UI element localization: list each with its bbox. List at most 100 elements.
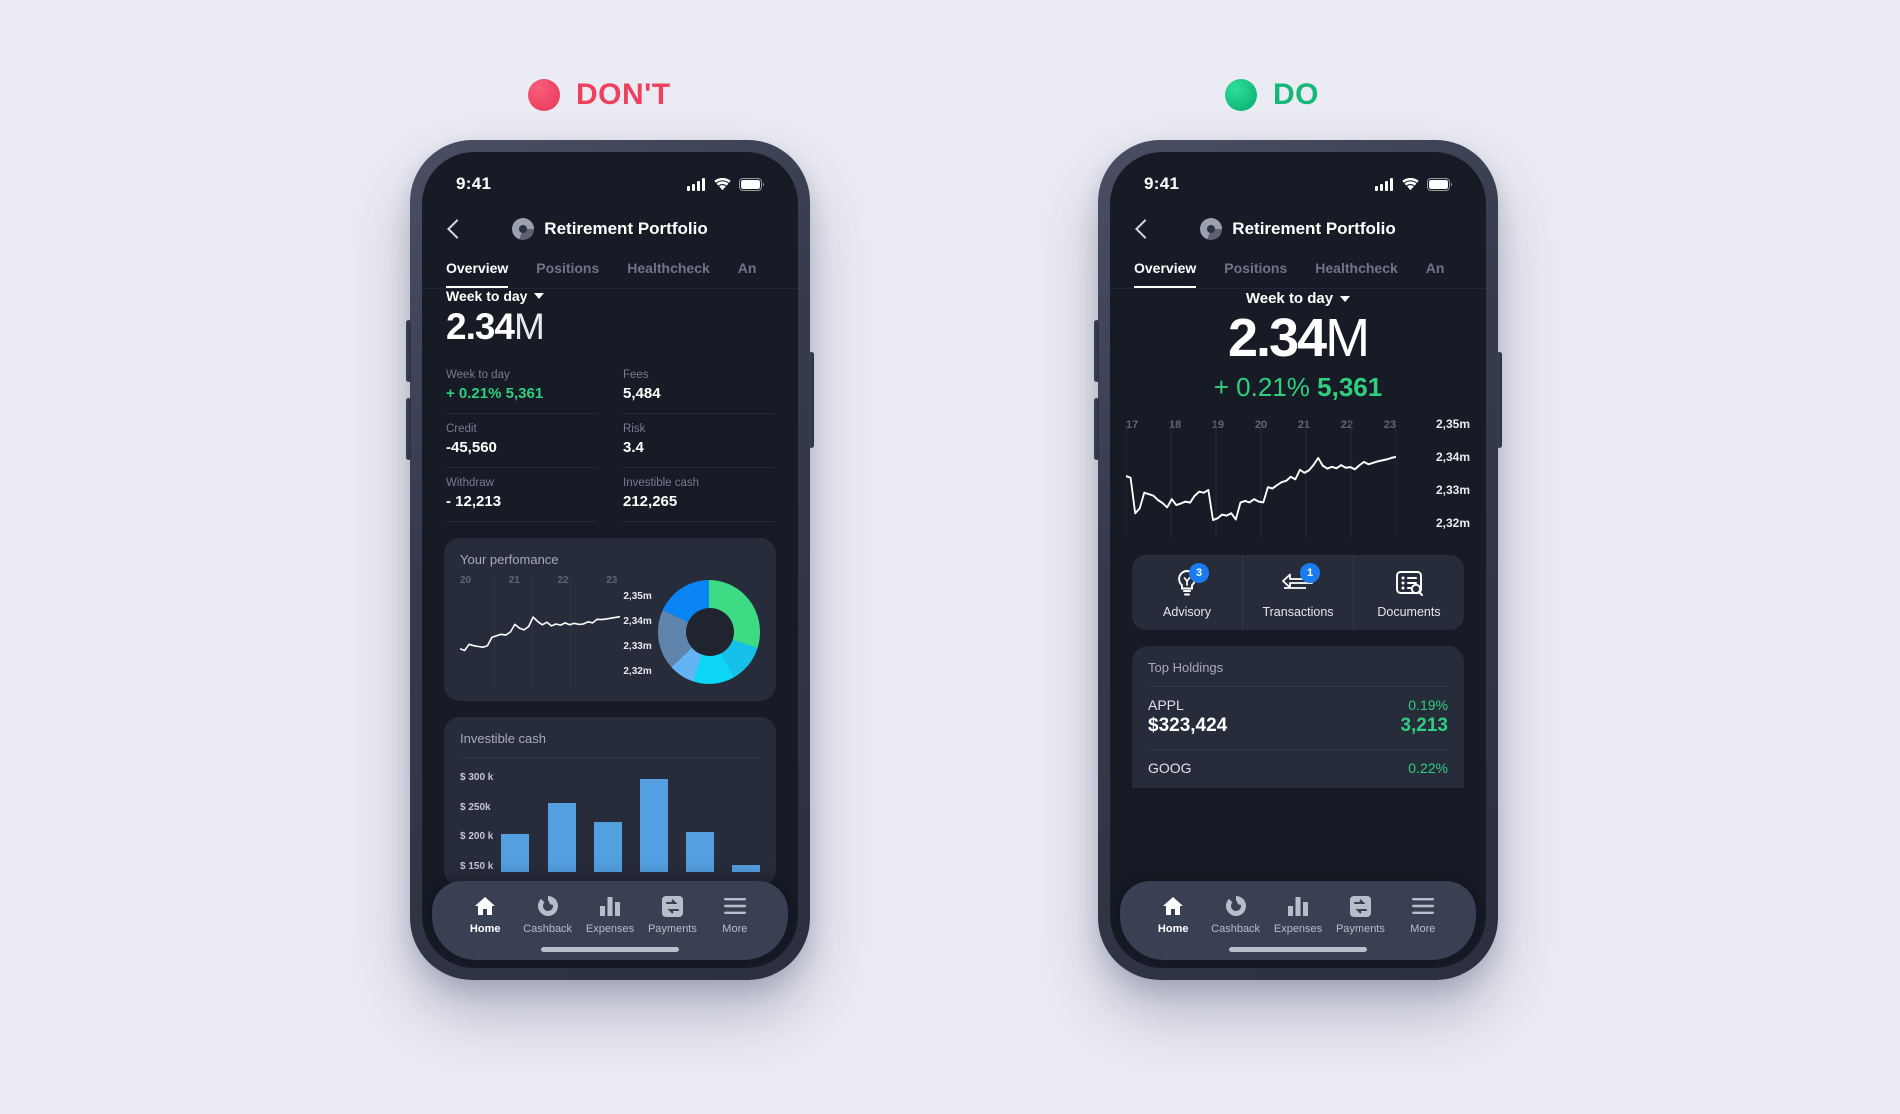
document-search-icon bbox=[1358, 568, 1460, 598]
period-selector-left[interactable]: Week to day bbox=[422, 270, 798, 304]
home-indicator bbox=[541, 947, 679, 952]
volume-down-button[interactable] bbox=[1094, 398, 1099, 460]
tabbar-item-payments[interactable]: Payments bbox=[641, 893, 703, 935]
battery-icon bbox=[1427, 177, 1452, 191]
stat-value: 212,265 bbox=[623, 493, 678, 510]
action-label: Documents bbox=[1377, 605, 1441, 620]
stat-value: + 0.21% 5,361 bbox=[446, 385, 544, 402]
y-tick: 2,32m bbox=[623, 666, 652, 677]
holding-change: 3,213 bbox=[1400, 715, 1448, 737]
stat-withdraw: Withdraw - 12,213 bbox=[446, 468, 597, 522]
tabbar-item-payments[interactable]: Payments bbox=[1329, 893, 1391, 935]
period-label: Week to day bbox=[446, 288, 528, 304]
performance-y-axis: 2,35m 2,34m 2,33m 2,32m bbox=[623, 587, 651, 677]
stat-label: Credit bbox=[446, 423, 477, 435]
phone-mockup-dont: 9:41 Retirement Portfolio Overview Posit… bbox=[406, 140, 814, 980]
period-selector-right[interactable]: Week to day bbox=[1110, 270, 1486, 307]
volume-up-button[interactable] bbox=[406, 320, 411, 382]
home-icon bbox=[1142, 893, 1204, 919]
y-tick: 2,35m bbox=[623, 591, 652, 602]
content-scroll-area[interactable]: Week to day 2.34M Week to day + 0.21% 5,… bbox=[422, 270, 798, 968]
stat-investible-cash: Investible cash 212,265 bbox=[623, 468, 774, 522]
do-label: DO bbox=[1273, 78, 1319, 111]
holding-row[interactable]: GOOG 0.22% bbox=[1148, 749, 1448, 788]
power-button[interactable] bbox=[809, 352, 814, 448]
top-holdings-card[interactable]: Top Holdings APPL $323,424 0.19% 3,213 G… bbox=[1132, 646, 1464, 789]
y-tick: 2,35m bbox=[1435, 417, 1470, 432]
tabbar-item-more[interactable]: More bbox=[1392, 893, 1454, 935]
tabbar-item-expenses[interactable]: Expenses bbox=[579, 893, 641, 935]
volume-down-button[interactable] bbox=[406, 398, 411, 460]
cellular-icon bbox=[1375, 177, 1393, 191]
bar bbox=[685, 832, 714, 872]
battery-icon bbox=[739, 177, 764, 191]
hamburger-icon bbox=[1392, 893, 1454, 919]
bar-chart-plot bbox=[501, 772, 760, 872]
total-value-unit: M bbox=[1325, 308, 1370, 368]
advisory-badge: 3 bbox=[1189, 563, 1209, 584]
holding-percent: 0.22% bbox=[1408, 760, 1448, 777]
portfolio-line-chart: 17 18 19 20 21 22 23 2,35m 2,34m 2,33m 2… bbox=[1125, 417, 1470, 538]
line-chart-y-axis: 2,35m 2,34m 2,33m 2,32m bbox=[1436, 417, 1470, 530]
status-bar: 9:41 bbox=[422, 152, 798, 198]
bar bbox=[639, 779, 668, 872]
volume-up-button[interactable] bbox=[1094, 320, 1099, 382]
action-transactions[interactable]: 1 Transactions bbox=[1242, 555, 1353, 631]
stat-label: Investible cash bbox=[623, 477, 700, 489]
tabbar-label: More bbox=[1410, 923, 1436, 935]
tabbar-item-cashback[interactable]: Cashback bbox=[516, 893, 578, 935]
holding-symbol: GOOG bbox=[1148, 760, 1192, 777]
tabbar-label: Payments bbox=[1335, 923, 1385, 935]
transfer-arrows-icon: 1 bbox=[1247, 563, 1349, 598]
performance-card[interactable]: Your perfomance 20 21 22 23 2,35m 2,34m … bbox=[444, 538, 776, 701]
status-time: 9:41 bbox=[1144, 174, 1180, 193]
tabbar-item-home[interactable]: Home bbox=[454, 893, 516, 935]
stat-value: 3.4 bbox=[623, 439, 644, 456]
hamburger-icon bbox=[704, 893, 766, 919]
tabbar-item-more[interactable]: More bbox=[704, 893, 766, 935]
action-advisory[interactable]: 3 Advisory bbox=[1132, 555, 1242, 630]
bars-icon bbox=[579, 893, 641, 919]
total-value-number: 2.34 bbox=[1227, 308, 1327, 368]
holding-row[interactable]: APPL $323,424 0.19% 3,213 bbox=[1148, 687, 1448, 749]
tabbar-label: Home bbox=[469, 923, 501, 935]
stat-label: Risk bbox=[623, 423, 646, 435]
page-title: Retirement Portfolio bbox=[544, 219, 708, 238]
performance-line-chart: 20 21 22 23 bbox=[460, 575, 620, 687]
power-button[interactable] bbox=[1497, 352, 1502, 448]
green-dot-icon bbox=[1225, 79, 1257, 111]
investible-bar-chart: $ 300 k $ 250k $ 200 k $ 150 k bbox=[460, 772, 760, 872]
stat-risk: Risk 3.4 bbox=[623, 414, 774, 468]
y-tick: $ 200 k bbox=[460, 831, 494, 843]
red-dot-icon bbox=[528, 79, 560, 111]
status-time: 9:41 bbox=[456, 174, 492, 193]
transactions-badge: 1 bbox=[1300, 563, 1320, 584]
tabbar-item-expenses[interactable]: Expenses bbox=[1267, 893, 1329, 935]
bars-icon bbox=[1267, 893, 1329, 919]
y-tick: 2,33m bbox=[623, 641, 652, 652]
investible-cash-card[interactable]: Investible cash $ 300 k $ 250k $ 200 k $… bbox=[444, 717, 776, 886]
back-chevron-icon[interactable] bbox=[1132, 218, 1154, 240]
stat-credit: Credit -45,560 bbox=[446, 414, 597, 468]
nav-header: Retirement Portfolio bbox=[422, 198, 798, 246]
y-tick: $ 150 k bbox=[460, 860, 494, 872]
delta-amount: 5,361 bbox=[1317, 372, 1383, 403]
back-chevron-icon[interactable] bbox=[444, 218, 466, 240]
tabbar-item-cashback[interactable]: Cashback bbox=[1204, 893, 1266, 935]
stat-week-to-day: Week to day + 0.21% 5,361 bbox=[446, 360, 597, 414]
tabbar-label: Home bbox=[1157, 923, 1189, 935]
tabbar-label: More bbox=[722, 923, 748, 935]
portfolio-avatar-icon bbox=[1200, 218, 1223, 240]
action-documents[interactable]: Documents bbox=[1353, 555, 1464, 631]
total-value-unit: M bbox=[514, 306, 545, 347]
content-scroll-area[interactable]: Week to day 2.34M + 0.21% 5,361 17 18 19… bbox=[1110, 270, 1486, 968]
bottom-tab-bar: Home Cashback Expenses Payments More bbox=[1120, 881, 1476, 960]
dont-label: DON'T bbox=[576, 78, 671, 111]
bar bbox=[547, 802, 576, 872]
chevron-down-icon bbox=[534, 293, 545, 299]
tabbar-item-home[interactable]: Home bbox=[1142, 893, 1204, 935]
card-divider bbox=[460, 757, 760, 758]
y-tick: $ 250k bbox=[460, 801, 491, 813]
total-value-left: 2.34M bbox=[422, 304, 798, 348]
tabbar-label: Payments bbox=[647, 923, 697, 935]
